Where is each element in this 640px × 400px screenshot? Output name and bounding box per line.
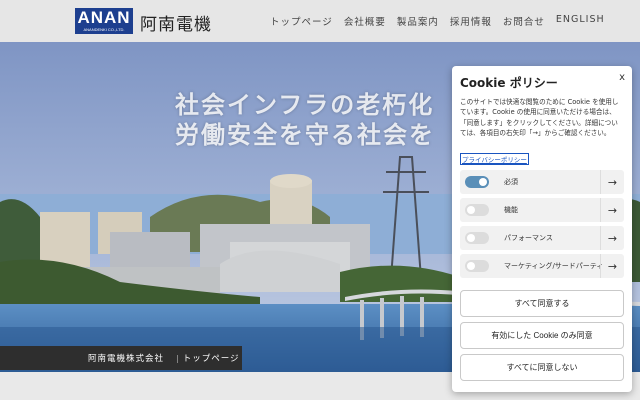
toggle-knob (467, 206, 475, 214)
site-logo[interactable]: ANAN ANANDENKI CO.,LTD. 阿南電機 (75, 8, 212, 35)
page: ANAN ANANDENKI CO.,LTD. 阿南電機 トップページ 会社概要… (0, 0, 640, 400)
cookie-category-label: 必須 (504, 178, 518, 186)
arrow-right-icon[interactable]: → (600, 198, 624, 222)
cookie-policy-dialog: Cookie ポリシー x このサイトでは快適な閲覧のために Cookie を使… (452, 66, 632, 392)
cookie-category-functional: 機能 → (460, 198, 624, 222)
cookie-category-label: パフォーマンス (504, 234, 553, 242)
logo-mark-text: ANAN (77, 8, 131, 27)
toggle-knob (479, 178, 487, 186)
site-header: ANAN ANANDENKI CO.,LTD. 阿南電機 トップページ 会社概要… (0, 0, 640, 42)
breadcrumb-current: トップページ (182, 354, 240, 364)
cookie-category-label: 機能 (504, 206, 518, 214)
toggle-knob (467, 234, 475, 242)
toggle-knob (467, 262, 475, 270)
cookie-title: Cookie ポリシー (460, 76, 558, 90)
logo-mark: ANAN ANANDENKI CO.,LTD. (75, 8, 133, 34)
accept-selected-button[interactable]: 有効にした Cookie のみ同意 (460, 322, 624, 349)
nav-item-top[interactable]: トップページ (270, 14, 333, 28)
cookie-description: このサイトでは快適な閲覧のために Cookie を使用しています。Cookie … (460, 98, 619, 138)
cookie-category-label: マーケティング/サードパーティ (504, 262, 604, 270)
accept-all-button[interactable]: すべて同意する (460, 290, 624, 317)
nav-item-company[interactable]: 会社概要 (344, 14, 386, 28)
arrow-right-icon[interactable]: → (600, 254, 624, 278)
cookie-toggle-required[interactable] (465, 176, 489, 188)
close-icon[interactable]: x (619, 72, 625, 83)
nav-item-contact[interactable]: お問合せ (503, 14, 545, 28)
cookie-category-performance: パフォーマンス → (460, 226, 624, 250)
arrow-right-icon[interactable]: → (600, 170, 624, 194)
logo-text: 阿南電機 (140, 15, 212, 35)
cookie-category-marketing: マーケティング/サードパーティ → (460, 254, 624, 278)
hero-title: 社会インフラの老朽化 労働安全を守る社会を (175, 90, 435, 150)
privacy-policy-link[interactable]: プライバシーポリシー (460, 153, 529, 165)
nav-item-english[interactable]: ENGLISH (556, 14, 605, 28)
breadcrumb-company[interactable]: 阿南電機株式会社 (88, 352, 164, 364)
main-nav: トップページ 会社概要 製品案内 採用情報 お問合せ ENGLISH (270, 14, 605, 28)
breadcrumb-separator: | (176, 353, 179, 363)
logo-mark-sub: ANANDENKI CO.,LTD. (83, 27, 125, 32)
cookie-toggle-marketing[interactable] (465, 260, 489, 272)
arrow-right-icon[interactable]: → (600, 226, 624, 250)
cookie-toggle-performance[interactable] (465, 232, 489, 244)
cookie-toggle-functional[interactable] (465, 204, 489, 216)
cookie-category-required: 必須 → (460, 170, 624, 194)
nav-item-recruit[interactable]: 採用情報 (450, 14, 492, 28)
hero-title-line1: 社会インフラの老朽化 (175, 91, 435, 119)
nav-item-products[interactable]: 製品案内 (397, 14, 439, 28)
breadcrumb: 阿南電機株式会社 | トップページ (0, 346, 242, 370)
reject-all-button[interactable]: すべてに同意しない (460, 354, 624, 381)
hero-title-line2: 労働安全を守る社会を (175, 121, 435, 149)
